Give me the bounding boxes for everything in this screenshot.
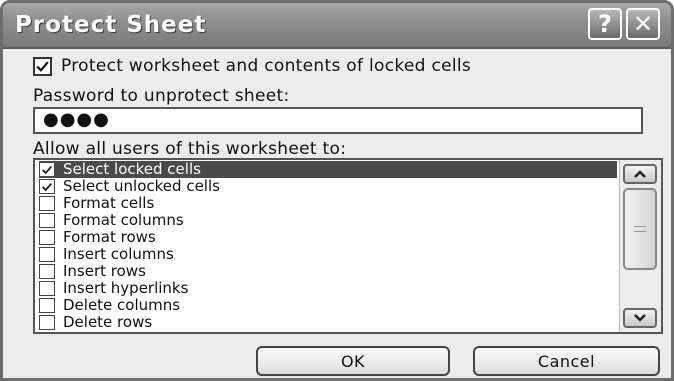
protect-worksheet-option[interactable]: Protect worksheet and contents of locked…	[33, 54, 471, 78]
permission-label: Select unlocked cells	[63, 177, 220, 195]
chevron-down-icon	[634, 314, 646, 322]
list-item-delete-rows[interactable]: Delete rows	[39, 314, 617, 331]
title-bar[interactable]: Protect Sheet ? ✕	[3, 3, 671, 49]
cancel-button[interactable]: Cancel	[473, 346, 660, 376]
vertical-scrollbar[interactable]	[619, 160, 661, 332]
close-icon: ✕	[632, 10, 654, 38]
permission-checkbox[interactable]	[39, 213, 55, 228]
permission-checkbox[interactable]	[39, 264, 55, 279]
help-button[interactable]: ?	[588, 8, 622, 40]
permission-checkbox[interactable]	[39, 230, 55, 245]
chevron-up-icon	[634, 170, 646, 178]
password-input[interactable]: ●●●●	[33, 107, 643, 134]
list-item-insert-rows[interactable]: Insert rows	[39, 263, 617, 280]
list-item-select-locked-cells[interactable]: Select locked cells	[39, 161, 617, 178]
list-item-format-cells[interactable]: Format cells	[39, 195, 617, 212]
permission-label: Delete columns	[63, 296, 181, 314]
checkmark-icon	[42, 182, 52, 191]
permissions-list[interactable]: Delete rows Delete columns Insert hyperlin…	[33, 158, 663, 334]
ok-button[interactable]: OK	[256, 346, 450, 376]
permission-label: Format rows	[63, 228, 156, 246]
list-item-insert-columns[interactable]: Insert columns	[39, 246, 617, 263]
dialog-title: Protect Sheet	[15, 12, 207, 38]
password-label: Password to unprotect sheet:	[33, 86, 290, 106]
permission-checkbox[interactable]	[39, 162, 55, 177]
permission-checkbox[interactable]	[39, 179, 55, 194]
permission-checkbox[interactable]	[39, 196, 55, 211]
allow-users-label: Allow all users of this worksheet to:	[33, 139, 347, 159]
permission-checkbox[interactable]	[39, 315, 55, 330]
checkmark-icon	[42, 165, 52, 174]
scroll-up-button[interactable]	[623, 164, 657, 184]
permission-checkbox[interactable]	[39, 247, 55, 262]
permission-label: Format columns	[63, 211, 184, 229]
permission-label: Insert rows	[63, 262, 146, 280]
protect-sheet-dialog: Protect Sheet ? ✕ Protect worksheet and …	[0, 0, 674, 381]
protect-worksheet-checkbox[interactable]	[33, 56, 52, 76]
permission-label: Format cells	[63, 194, 155, 212]
list-item-format-columns[interactable]: Format columns	[39, 212, 617, 229]
permission-checkbox[interactable]	[39, 281, 55, 296]
checkmark-icon	[36, 61, 49, 72]
list-item-delete-columns[interactable]: Delete columns	[39, 297, 617, 314]
permission-label: Insert columns	[63, 245, 174, 263]
permission-checkbox[interactable]	[39, 298, 55, 313]
grip-icon	[634, 226, 646, 232]
question-icon: ?	[598, 10, 612, 38]
list-item-select-unlocked-cells[interactable]: Select unlocked cells	[39, 178, 617, 195]
protect-worksheet-label: Protect worksheet and contents of locked…	[61, 56, 472, 76]
list-item-format-rows[interactable]: Format rows	[39, 229, 617, 246]
permission-label: Insert hyperlinks	[63, 279, 189, 297]
scroll-down-button[interactable]	[623, 308, 657, 328]
close-button[interactable]: ✕	[626, 8, 660, 40]
scroll-thumb[interactable]	[623, 188, 657, 270]
permission-label: Delete rows	[63, 313, 153, 331]
list-item-insert-hyperlinks[interactable]: Insert hyperlinks	[39, 280, 617, 297]
permission-label: Select locked cells	[63, 160, 201, 178]
